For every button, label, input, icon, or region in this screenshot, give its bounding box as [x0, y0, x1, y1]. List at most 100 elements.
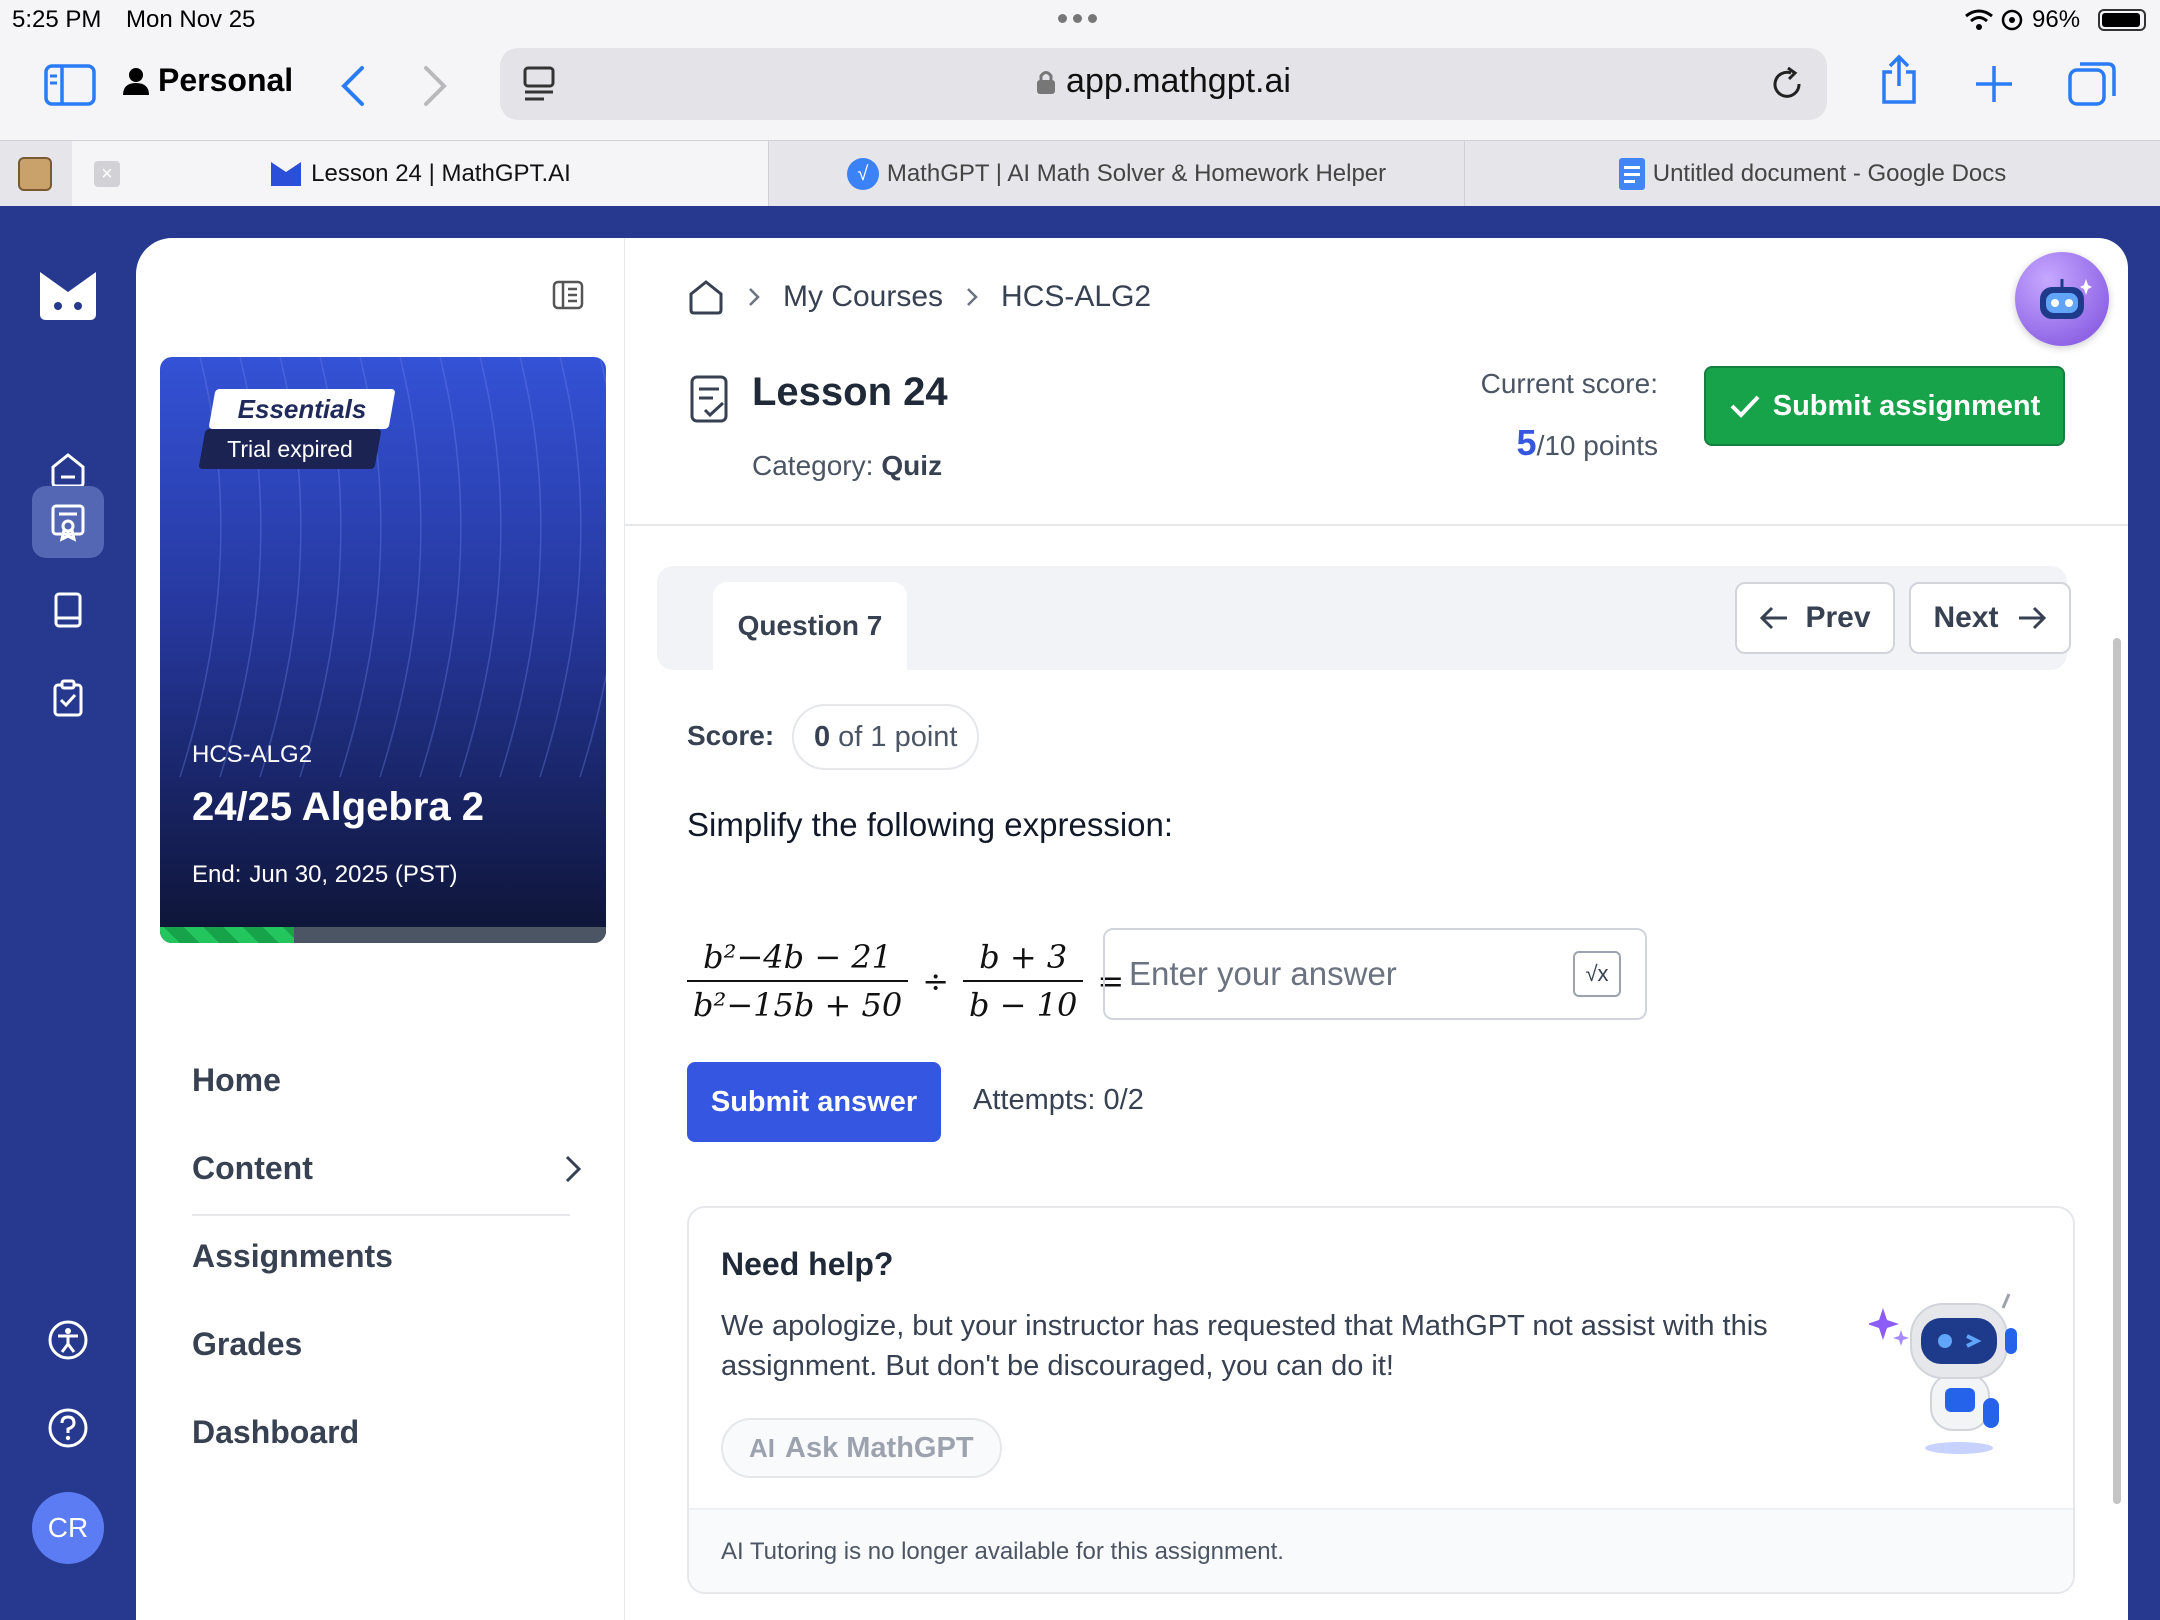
fraction-2-denominator: b − 10 [969, 986, 1078, 1024]
prev-button[interactable]: Prev [1735, 582, 1895, 654]
ai-assistant-button[interactable] [2015, 252, 2109, 346]
url-text: app.mathgpt.ai [1066, 62, 1291, 100]
breadcrumb-my-courses[interactable]: My Courses [783, 280, 943, 314]
ask-mathgpt-button[interactable]: AI Ask MathGPT [721, 1418, 1002, 1478]
nav-content[interactable]: Content [192, 1150, 582, 1187]
help-title: Need help? [721, 1246, 894, 1282]
back-icon[interactable] [338, 64, 368, 108]
battery-percent: 96% [2032, 6, 2081, 33]
home-icon [51, 453, 85, 488]
breadcrumb-course[interactable]: HCS-ALG2 [1001, 280, 1151, 314]
help-icon [48, 1408, 88, 1448]
course-name: 24/25 Algebra 2 [192, 785, 485, 829]
fraction-2: b + 3 b − 10 [963, 938, 1084, 1024]
rail-courses[interactable] [32, 486, 104, 558]
tab-group-icon[interactable] [18, 157, 52, 191]
tab-label: MathGPT | AI Math Solver & Homework Help… [886, 160, 1387, 187]
tab-mathgpt-solver[interactable]: √ MathGPT | AI Math Solver & Homework He… [768, 141, 1464, 207]
nav-content-label: Content [192, 1150, 313, 1186]
arrow-left-icon [1760, 606, 1788, 630]
nav-assignments[interactable]: Assignments [192, 1238, 393, 1275]
submit-answer-button[interactable]: Submit answer [687, 1062, 941, 1142]
help-footer: AI Tutoring is no longer available for t… [689, 1508, 2073, 1592]
sqrt-favicon-icon: √ [846, 158, 879, 190]
submit-assignment-label: Submit assignment [1772, 389, 2041, 422]
status-time: 5:25 PM [12, 6, 102, 33]
rail-help[interactable] [32, 1392, 104, 1464]
current-score-value: 5 [1516, 422, 1537, 463]
rail-library[interactable] [32, 574, 104, 646]
course-card[interactable]: Essentials Trial expired HCS-ALG2 24/25 … [160, 357, 606, 943]
answer-placeholder: Enter your answer [1129, 955, 1397, 992]
current-score-total: /10 points [1536, 430, 1658, 461]
math-expression: b²−4b − 21 b²−15b + 50 ÷ b + 3 b − 10 = [687, 938, 1124, 1024]
scrollbar[interactable] [2113, 638, 2121, 1504]
tab-strip: × Lesson 24 | MathGPT.AI √ MathGPT | AI … [0, 140, 2160, 207]
answer-input[interactable]: Enter your answer √x [1103, 928, 1647, 1020]
clipboard-check-icon [53, 679, 83, 717]
tab-google-docs[interactable]: Untitled document - Google Docs [1464, 141, 2160, 207]
score-value: 0 [814, 720, 831, 753]
icon-rail: CR [0, 206, 136, 1620]
certificate-icon [51, 504, 85, 542]
breadcrumb: My Courses HCS-ALG2 [687, 278, 1151, 316]
category-value: Quiz [881, 450, 943, 481]
home-icon[interactable] [687, 278, 725, 316]
location-icon [2001, 9, 2023, 31]
share-icon[interactable] [1878, 54, 1920, 106]
avatar[interactable]: CR [32, 1492, 104, 1564]
course-progress [160, 927, 606, 943]
math-keyboard-button[interactable]: √x [1573, 951, 1621, 997]
next-button[interactable]: Next [1909, 582, 2071, 654]
check-icon [1730, 395, 1760, 418]
status-bar: 5:25 PM Mon Nov 25 96% [0, 0, 2160, 40]
battery-icon [2098, 9, 2146, 31]
arrow-right-icon [2018, 606, 2046, 630]
nav-grades[interactable]: Grades [192, 1326, 302, 1363]
browser-toolbar: Personal app.mathgpt.ai [0, 40, 2160, 140]
score-rest: of 1 point [838, 720, 958, 753]
chevron-right-icon [565, 1155, 582, 1182]
course-end-label: End: [192, 861, 242, 888]
trial-status: Trial expired [227, 435, 353, 462]
sidebar-toggle-icon[interactable] [44, 64, 96, 106]
close-tab-icon[interactable]: × [94, 161, 120, 187]
help-card: Need help? We apologize, but your instru… [687, 1206, 2075, 1594]
lesson-title: Lesson 24 [752, 370, 948, 414]
new-tab-icon[interactable] [1974, 64, 2014, 104]
reload-icon[interactable] [1769, 66, 1805, 102]
tab-label: Untitled document - Google Docs [1652, 160, 2007, 187]
nav-home[interactable]: Home [192, 1062, 281, 1099]
mathgpt-logo-icon[interactable] [36, 268, 100, 322]
prev-label: Prev [1805, 601, 1871, 634]
multitask-dots-icon[interactable] [1058, 14, 1097, 23]
profile-button[interactable]: Personal [122, 62, 293, 99]
course-code: HCS-ALG2 [192, 741, 313, 768]
rail-accessibility[interactable] [32, 1304, 104, 1376]
fraction-bar [963, 980, 1084, 982]
collapse-sidebar-icon[interactable] [552, 280, 584, 310]
forward-icon[interactable] [420, 64, 450, 108]
fraction-bar [687, 980, 909, 982]
tab-overview-icon[interactable] [2068, 60, 2116, 108]
course-end: End: Jun 30, 2025 (PST) [192, 861, 458, 889]
tab-label: Lesson 24 | MathGPT.AI [311, 160, 571, 187]
address-bar[interactable]: app.mathgpt.ai [500, 48, 1827, 120]
docs-favicon-icon [1618, 158, 1645, 190]
divide-operator: ÷ [922, 962, 950, 1000]
accessibility-icon [48, 1320, 88, 1360]
wifi-icon [1965, 9, 1993, 30]
tab-lesson[interactable]: × Lesson 24 | MathGPT.AI [72, 141, 768, 207]
help-footer-text: AI Tutoring is no longer available for t… [721, 1538, 1284, 1565]
chevron-right-icon [967, 288, 978, 306]
mathgpt-favicon-icon [271, 162, 302, 186]
tab-question-7[interactable]: Question 7 [713, 582, 907, 670]
rail-assignments[interactable] [32, 662, 104, 734]
nav-divider [192, 1214, 570, 1216]
nav-dashboard[interactable]: Dashboard [192, 1414, 359, 1451]
lesson-doc-icon [690, 375, 728, 423]
course-end-date: Jun 30, 2025 (PST) [249, 861, 458, 888]
header-divider [625, 524, 2128, 526]
submit-assignment-button[interactable]: Submit assignment [1704, 366, 2065, 446]
current-score: 5 /10 points [1517, 422, 1658, 464]
